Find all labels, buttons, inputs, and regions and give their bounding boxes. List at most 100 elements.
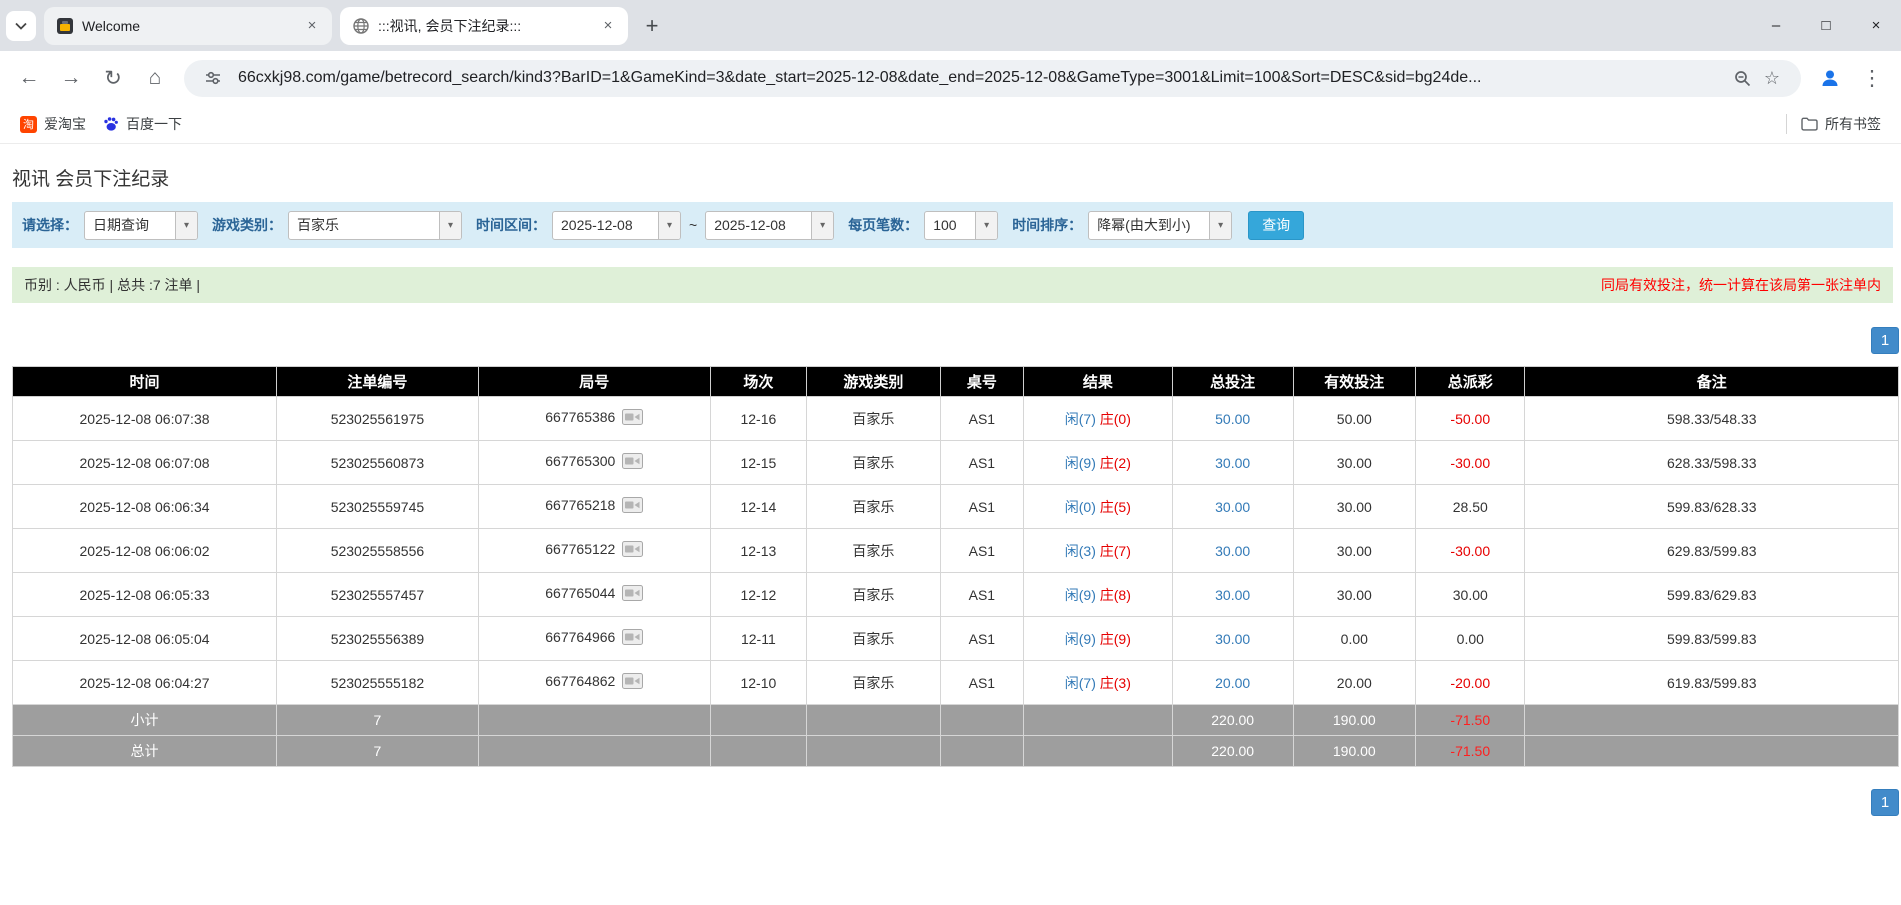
bookmark-aitaobao[interactable]: 淘 爱淘宝 [12, 110, 94, 138]
round-number: 667764966 [545, 629, 615, 645]
query-type-select[interactable]: 日期查询 ▾ [84, 211, 198, 240]
tab-close-icon[interactable]: × [302, 16, 322, 36]
sort-select[interactable]: 降幂(由大到小) ▾ [1088, 211, 1232, 240]
page-number-button[interactable]: 1 [1871, 327, 1899, 354]
date-start-input[interactable]: 2025-12-08 ▾ [552, 211, 681, 240]
reload-button[interactable]: ↻ [94, 59, 132, 97]
footer-valid-bet: 190.00 [1293, 705, 1416, 736]
chevron-down-icon: ▾ [1209, 212, 1231, 239]
close-window-button[interactable]: × [1851, 0, 1901, 51]
footer-count: 7 [277, 705, 479, 736]
new-tab-button[interactable]: + [636, 10, 668, 42]
site-info-icon[interactable] [198, 63, 228, 93]
bookmark-baidu[interactable]: 百度一下 [94, 110, 190, 138]
video-replay-icon[interactable] [622, 673, 643, 692]
video-replay-icon[interactable] [622, 541, 643, 560]
all-bookmarks-button[interactable]: 所有书签 [1793, 110, 1889, 138]
cell-total-bet[interactable]: 30.00 [1172, 441, 1293, 485]
column-header: 场次 [710, 367, 806, 397]
round-number: 667765044 [545, 585, 615, 601]
home-button[interactable]: ⌂ [136, 59, 174, 97]
footer-empty [710, 705, 806, 736]
tab-close-icon[interactable]: × [598, 16, 618, 36]
cell-total-bet[interactable]: 30.00 [1172, 529, 1293, 573]
cell-round: 667765218 [478, 485, 710, 529]
footer-total-bet: 220.00 [1172, 705, 1293, 736]
bookmark-star-icon[interactable]: ☆ [1757, 63, 1787, 93]
cell-total-bet[interactable]: 30.00 [1172, 617, 1293, 661]
chevron-down-icon: ▾ [658, 212, 680, 239]
cell-payout: -50.00 [1416, 397, 1525, 441]
cell-time: 2025-12-08 06:07:38 [13, 397, 277, 441]
cell-result: 闲(3) 庄(7) [1023, 529, 1172, 573]
result-player: 闲(9) [1065, 631, 1096, 647]
chevron-down-icon: ▾ [175, 212, 197, 239]
bookmark-label: 百度一下 [126, 114, 182, 134]
footer-empty [478, 736, 710, 767]
window-controls: – □ × [1751, 0, 1901, 51]
video-replay-icon[interactable] [622, 585, 643, 604]
bet-records-table: 时间注单编号局号场次游戏类别桌号结果总投注有效投注总派彩备注 2025-12-0… [12, 366, 1899, 767]
date-end-input[interactable]: 2025-12-08 ▾ [705, 211, 834, 240]
video-replay-icon[interactable] [622, 629, 643, 648]
tab-bar: Welcome × :::视讯, 会员下注纪录::: × + – □ × [0, 0, 1901, 51]
column-header: 局号 [478, 367, 710, 397]
cell-total-bet[interactable]: 30.00 [1172, 485, 1293, 529]
cell-table-no: AS1 [940, 485, 1023, 529]
cell-table-no: AS1 [940, 661, 1023, 705]
game-type-select[interactable]: 百家乐 ▾ [288, 211, 462, 240]
table-row: 2025-12-08 06:07:08523025560873667765300… [13, 441, 1899, 485]
video-replay-icon[interactable] [622, 453, 643, 472]
cell-time: 2025-12-08 06:05:33 [13, 573, 277, 617]
forward-button[interactable]: → [52, 59, 90, 97]
page-number-button[interactable]: 1 [1871, 789, 1899, 816]
cell-round: 667765300 [478, 441, 710, 485]
tab-search-button[interactable] [6, 11, 36, 41]
cell-remark: 599.83/629.83 [1525, 573, 1899, 617]
pagination-bottom: 1 [0, 789, 1899, 816]
cell-total-bet[interactable]: 50.00 [1172, 397, 1293, 441]
footer-empty [806, 705, 940, 736]
url-bar[interactable]: 66cxkj98.com/game/betrecord_search/kind3… [184, 60, 1801, 97]
browser-toolbar: ← → ↻ ⌂ 66cxkj98.com/game/betrecord_sear… [0, 51, 1901, 105]
page-size-select[interactable]: 100 ▾ [924, 211, 998, 240]
zoom-icon[interactable] [1727, 63, 1757, 93]
currency-total-text: 币别 : 人民币 | 总共 :7 注单 | [24, 275, 200, 295]
cell-result: 闲(9) 庄(2) [1023, 441, 1172, 485]
cell-bet-id: 523025557457 [277, 573, 479, 617]
cell-result: 闲(0) 庄(5) [1023, 485, 1172, 529]
sort-value: 降幂(由大到小) [1089, 212, 1209, 239]
column-header: 结果 [1023, 367, 1172, 397]
column-header: 总投注 [1172, 367, 1293, 397]
footer-empty [710, 736, 806, 767]
search-button[interactable]: 查询 [1248, 211, 1304, 240]
cell-total-bet[interactable]: 30.00 [1172, 573, 1293, 617]
cell-remark: 599.83/599.83 [1525, 617, 1899, 661]
cell-remark: 598.33/548.33 [1525, 397, 1899, 441]
cell-game-type: 百家乐 [806, 573, 940, 617]
result-player: 闲(9) [1065, 587, 1096, 603]
url-text: 66cxkj98.com/game/betrecord_search/kind3… [238, 69, 1727, 87]
table-row: 2025-12-08 06:05:04523025556389667764966… [13, 617, 1899, 661]
column-header: 有效投注 [1293, 367, 1416, 397]
minimize-button[interactable]: – [1751, 0, 1801, 51]
tab-welcome[interactable]: Welcome × [44, 7, 332, 45]
footer-valid-bet: 190.00 [1293, 736, 1416, 767]
maximize-button[interactable]: □ [1801, 0, 1851, 51]
cell-bet-id: 523025559745 [277, 485, 479, 529]
back-button[interactable]: ← [10, 59, 48, 97]
video-replay-icon[interactable] [622, 497, 643, 516]
chevron-down-icon: ▾ [439, 212, 461, 239]
menu-dots-icon[interactable]: ⋮ [1853, 59, 1891, 97]
profile-avatar-icon[interactable] [1811, 59, 1849, 97]
cell-result: 闲(7) 庄(3) [1023, 661, 1172, 705]
tab-betrecord[interactable]: :::视讯, 会员下注纪录::: × [340, 7, 628, 45]
cell-total-bet[interactable]: 20.00 [1172, 661, 1293, 705]
cell-payout: -30.00 [1416, 529, 1525, 573]
video-replay-icon[interactable] [622, 409, 643, 428]
tab-title: :::视讯, 会员下注纪录::: [378, 16, 598, 36]
cell-payout: -20.00 [1416, 661, 1525, 705]
query-type-value: 日期查询 [85, 212, 175, 239]
round-number: 667765122 [545, 541, 615, 557]
column-header: 总派彩 [1416, 367, 1525, 397]
